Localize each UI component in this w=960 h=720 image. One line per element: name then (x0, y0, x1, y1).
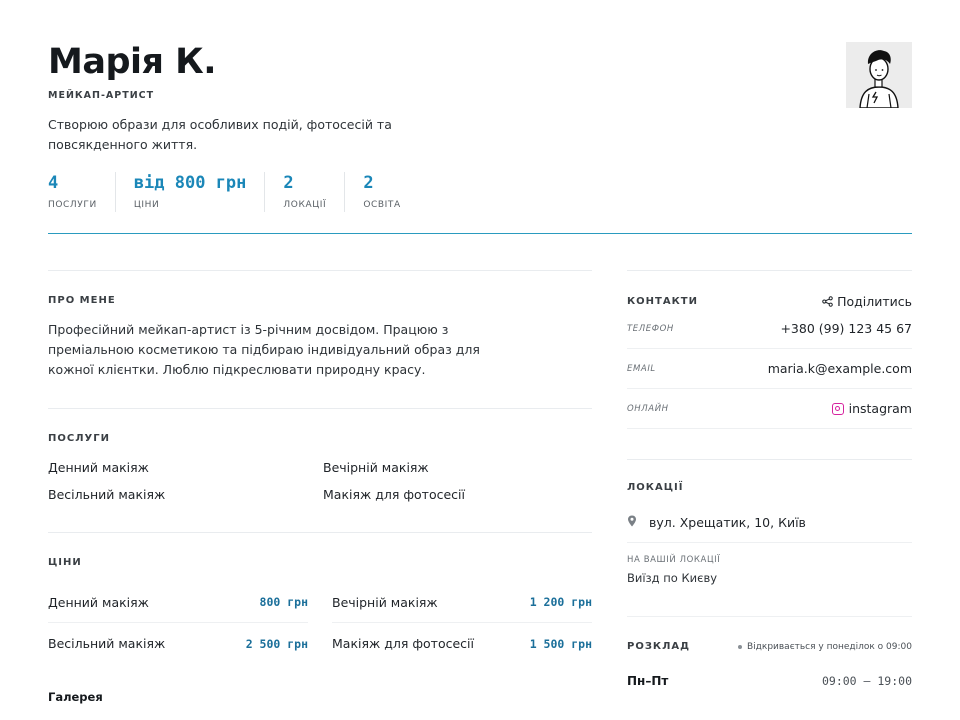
contacts-section: КОНТАКТИ Поділитись ТЕЛЕФОН +380 (99) 12… (627, 270, 912, 429)
sidebar: КОНТАКТИ Поділитись ТЕЛЕФОН +380 (99) 12… (627, 270, 912, 688)
opening-status-text: Відкривається у понеділок о 09:00 (746, 641, 912, 652)
share-button[interactable]: Поділитись (822, 294, 912, 309)
price-row: Денний макіяж 800 грн (48, 582, 308, 623)
share-icon (822, 295, 833, 307)
stat-value: від 800 грн (133, 173, 247, 193)
stats-bar: 4 ПОСЛУГИ від 800 грн ЦІНИ 2 ЛОКАЦІЇ 2 О… (48, 172, 437, 212)
schedule-section: РОЗКЛАД Відкривається у понеділок о 09:0… (627, 617, 912, 688)
price-row: Макіяж для фотосесії 1 500 грн (332, 623, 592, 664)
section-title: ЦІНИ (48, 557, 82, 568)
price-name: Вечірній макіяж (332, 594, 438, 610)
price-value: 1 200 грн (529, 595, 592, 609)
stat-education: 2 ОСВІТА (363, 172, 418, 212)
section-title: ПОСЛУГИ (48, 433, 110, 444)
stat-label: ОСВІТА (363, 200, 401, 210)
contact-online: ОНЛАЙН instagram (627, 389, 912, 429)
price-value: 2 500 грн (245, 636, 308, 651)
contacts-header: КОНТАКТИ Поділитись (627, 293, 912, 309)
locations-section: ЛОКАЦІЇ вул. Хрещатик, 10, Київ НА ВАШІЙ… (627, 459, 912, 617)
instagram-link[interactable]: instagram (831, 401, 912, 416)
stat-label: ЛОКАЦІЇ (283, 200, 327, 210)
prices-section: ЦІНИ Денний макіяж 800 грн Вечірній макі… (48, 532, 592, 684)
onsite-value: Виїзд по Києву (627, 571, 718, 585)
stat-label: ЦІНИ (133, 200, 160, 210)
schedule-time: 09:00 — 19:00 (821, 674, 912, 688)
avatar (846, 42, 912, 108)
stat-value: 2 (283, 173, 294, 193)
contact-email: EMAIL maria.k@example.com (627, 349, 912, 389)
section-title: КОНТАКТИ (627, 295, 698, 307)
services-section: ПОСЛУГИ Денний макіяж Вечірній макіяж Ве… (48, 408, 592, 532)
schedule-day: Пн–Пт (627, 674, 669, 688)
about-text: Професійний мейкап-артист із 5-річним до… (48, 322, 480, 377)
section-title: РОЗКЛАД (627, 641, 691, 652)
map-pin-icon (627, 515, 649, 530)
list-item: Вечірній макіяж (323, 460, 429, 475)
contact-label: EMAIL (627, 363, 656, 374)
email-link[interactable]: maria.k@example.com (768, 361, 912, 376)
price-list: Денний макіяж 800 грн Вечірній макіяж 1 … (48, 582, 592, 664)
price-value: 800 грн (259, 595, 308, 609)
list-item: Макіяж для фотосесії (323, 487, 465, 502)
contact-label: ОНЛАЙН (627, 403, 669, 414)
opening-status: Відкривається у понеділок о 09:00 (737, 641, 912, 652)
status-dot-icon (737, 644, 742, 649)
instagram-label: instagram (848, 401, 912, 416)
price-row: Вечірній макіяж 1 200 грн (332, 582, 592, 623)
about-section: ПРО МЕНЕ Професійний мейкап-артист із 5-… (48, 270, 592, 408)
avatar-illustration (846, 42, 912, 108)
profile-role: МЕЙКАП-АРТИСТ (48, 90, 155, 101)
profile-name: Марія К. (48, 42, 217, 82)
services-list: Денний макіяж Вечірній макіяж Весільний … (48, 460, 592, 502)
price-name: Денний макіяж (48, 594, 149, 610)
share-label: Поділитись (837, 293, 912, 309)
price-value: 1 500 грн (529, 636, 592, 651)
list-item: Весільний макіяж (48, 487, 166, 502)
stat-services: 4 ПОСЛУГИ (48, 172, 116, 212)
price-row: Весільний макіяж 2 500 грн (48, 623, 308, 664)
stat-prices: від 800 грн ЦІНИ (134, 172, 266, 212)
price-name: Весільний макіяж (48, 636, 166, 651)
contact-phone: ТЕЛЕФОН +380 (99) 123 45 67 (627, 309, 912, 349)
schedule-row: Пн–Пт 09:00 — 19:00 (627, 674, 912, 688)
stat-value: 2 (363, 173, 374, 193)
address-text: вул. Хрещатик, 10, Київ (649, 515, 806, 530)
list-item: Денний макіяж (48, 460, 149, 475)
onsite-location: НА ВАШІЙ ЛОКАЦІЇ Виїзд по Києву (627, 543, 912, 617)
section-title: ПРО МЕНЕ (48, 295, 116, 306)
main-column: ПРО МЕНЕ Професійний мейкап-артист із 5-… (48, 270, 592, 704)
onsite-label: НА ВАШІЙ ЛОКАЦІЇ (627, 555, 721, 565)
profile-tagline: Створюю образи для особливих подій, фото… (48, 117, 392, 152)
section-title: ЛОКАЦІЇ (627, 482, 684, 493)
instagram-icon (831, 402, 844, 415)
stat-locations: 2 ЛОКАЦІЇ (283, 172, 346, 212)
stat-label: ПОСЛУГИ (48, 200, 97, 210)
stat-value: 4 (48, 173, 59, 193)
profile-header: Марія К. МЕЙКАП-АРТИСТ Створюю образи дл… (48, 40, 912, 234)
price-name: Макіяж для фотосесії (332, 636, 474, 651)
location-address[interactable]: вул. Хрещатик, 10, Київ (627, 503, 912, 543)
schedule-header: РОЗКЛАД Відкривається у понеділок о 09:0… (627, 641, 912, 652)
gallery-title: Галерея (48, 690, 103, 704)
phone-link[interactable]: +380 (99) 123 45 67 (780, 321, 912, 336)
contact-label: ТЕЛЕФОН (627, 323, 674, 334)
